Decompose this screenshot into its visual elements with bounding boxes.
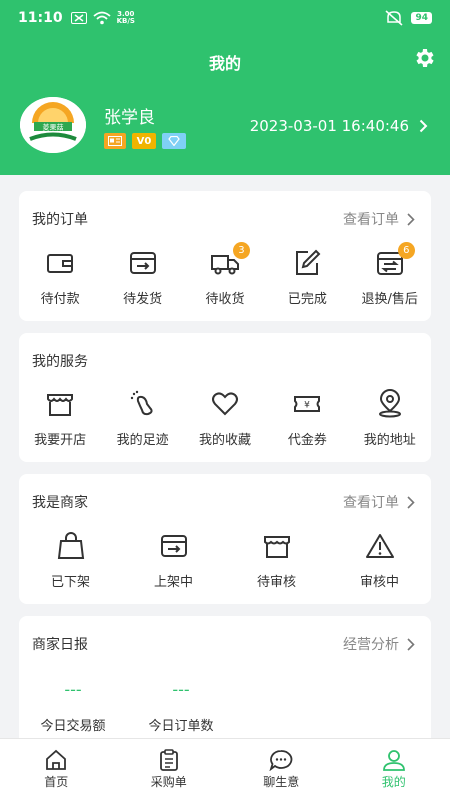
merchant-listed[interactable]: 上架中 bbox=[134, 531, 214, 590]
today-revenue-stat[interactable]: --- 今日交易额 bbox=[13, 680, 133, 734]
merchant-pending-review[interactable]: 待审核 bbox=[237, 531, 317, 590]
profile-datetime[interactable]: 2023-03-01 16:40:46 bbox=[250, 117, 428, 135]
merchant-view-orders-link[interactable]: 查看订单 bbox=[343, 492, 415, 512]
service-address[interactable]: 我的地址 bbox=[350, 389, 430, 448]
service-footprint[interactable]: 我的足迹 bbox=[103, 389, 183, 448]
notification-icon bbox=[70, 12, 87, 24]
today-orders-label: 今日订单数 bbox=[148, 719, 214, 734]
merchant-card: 我是商家 查看订单 已下架 上架中 待审核 审核中 bbox=[19, 474, 431, 604]
user-name: 张学良 bbox=[104, 108, 155, 128]
id-card-icon bbox=[104, 133, 126, 149]
order-pending-payment[interactable]: 待付款 bbox=[20, 248, 100, 307]
order-refund-aftersales[interactable]: 6 退换/售后 bbox=[350, 242, 430, 307]
profile-header: 11:10 3.00 KB/S 94 我的 菱果菇 张学良 V0 2023-03… bbox=[0, 0, 450, 175]
chevron-right-icon bbox=[419, 119, 428, 133]
store-icon bbox=[263, 536, 290, 558]
service-coupons[interactable]: ¥ 代金券 bbox=[267, 389, 347, 448]
gear-icon[interactable] bbox=[412, 46, 436, 70]
orders-title: 我的订单 bbox=[32, 212, 88, 228]
warning-icon bbox=[365, 534, 394, 558]
merchant-under-review[interactable]: 审核中 bbox=[340, 531, 420, 590]
tab-chat-business[interactable]: 聊生意 bbox=[225, 739, 338, 800]
report-title: 商家日报 bbox=[32, 637, 88, 653]
today-orders-stat[interactable]: --- 今日订单数 bbox=[121, 680, 241, 734]
battery-level: 94 bbox=[411, 12, 432, 24]
business-analysis-link[interactable]: 经营分析 bbox=[343, 634, 415, 654]
mute-icon bbox=[385, 10, 403, 26]
brand-logo: 菱果菇 bbox=[20, 97, 86, 153]
refund-count-badge: 6 bbox=[397, 242, 415, 259]
svg-text:¥: ¥ bbox=[304, 401, 310, 411]
chevron-right-icon bbox=[407, 212, 415, 226]
services-title: 我的服务 bbox=[32, 354, 88, 370]
merchant-delisted[interactable]: 已下架 bbox=[31, 531, 111, 590]
avatar[interactable]: 菱果菇 bbox=[20, 97, 86, 153]
daily-report-card: 商家日报 经营分析 --- 今日交易额 --- 今日订单数 bbox=[19, 616, 431, 756]
home-icon bbox=[46, 749, 67, 770]
tab-purchase-order[interactable]: 采购单 bbox=[113, 739, 226, 800]
today-revenue-label: 今日交易额 bbox=[40, 719, 106, 734]
tab-mine[interactable]: 我的 bbox=[338, 739, 450, 800]
merchant-title: 我是商家 bbox=[32, 495, 88, 511]
ship-box-icon bbox=[129, 252, 156, 274]
today-orders-value: --- bbox=[172, 680, 190, 699]
service-open-shop[interactable]: 我要开店 bbox=[20, 389, 100, 448]
location-icon bbox=[378, 389, 401, 418]
chevron-right-icon bbox=[407, 495, 415, 509]
chevron-right-icon bbox=[407, 637, 415, 651]
bag-icon bbox=[57, 532, 84, 559]
order-completed[interactable]: 已完成 bbox=[267, 248, 347, 307]
status-bar: 11:10 3.00 KB/S 94 bbox=[0, 0, 450, 36]
chat-icon bbox=[269, 750, 293, 771]
heart-icon bbox=[211, 392, 238, 416]
datetime-text: 2023-03-01 16:40:46 bbox=[249, 117, 409, 135]
vip-level-badge: V0 bbox=[132, 133, 156, 149]
order-pending-shipment[interactable]: 待发货 bbox=[103, 248, 183, 307]
page-title: 我的 bbox=[208, 54, 241, 73]
shop-icon bbox=[47, 394, 74, 416]
user-icon bbox=[382, 750, 405, 771]
pending-receipt-count-badge: 3 bbox=[232, 242, 250, 259]
status-time: 11:10 bbox=[18, 10, 63, 26]
diamond-icon bbox=[162, 133, 186, 149]
clipboard-icon bbox=[159, 749, 178, 771]
view-orders-link[interactable]: 查看订单 bbox=[343, 209, 415, 229]
coupon-icon: ¥ bbox=[294, 396, 321, 412]
svg-text:菱果菇: 菱果菇 bbox=[43, 123, 64, 132]
bottom-tab-bar: 首页 采购单 聊生意 我的 bbox=[0, 738, 450, 800]
today-revenue-value: --- bbox=[64, 680, 82, 699]
user-badges: V0 bbox=[104, 133, 186, 149]
network-speed: 3.00 KB/S bbox=[116, 10, 135, 25]
wallet-icon bbox=[47, 254, 74, 273]
order-pending-receipt[interactable]: 3 待收货 bbox=[185, 242, 265, 307]
footprint-icon bbox=[130, 390, 153, 416]
orders-card: 我的订单 查看订单 待付款 待发货 3 待收货 已完成 6 退换/售后 bbox=[19, 191, 431, 321]
services-card: 我的服务 我要开店 我的足迹 我的收藏 ¥ 代金券 我的地址 bbox=[19, 333, 431, 462]
edit-icon bbox=[296, 249, 321, 275]
wifi-icon bbox=[92, 11, 111, 25]
shelf-icon bbox=[160, 535, 187, 557]
tab-home[interactable]: 首页 bbox=[0, 739, 113, 800]
service-favorites[interactable]: 我的收藏 bbox=[185, 389, 265, 448]
